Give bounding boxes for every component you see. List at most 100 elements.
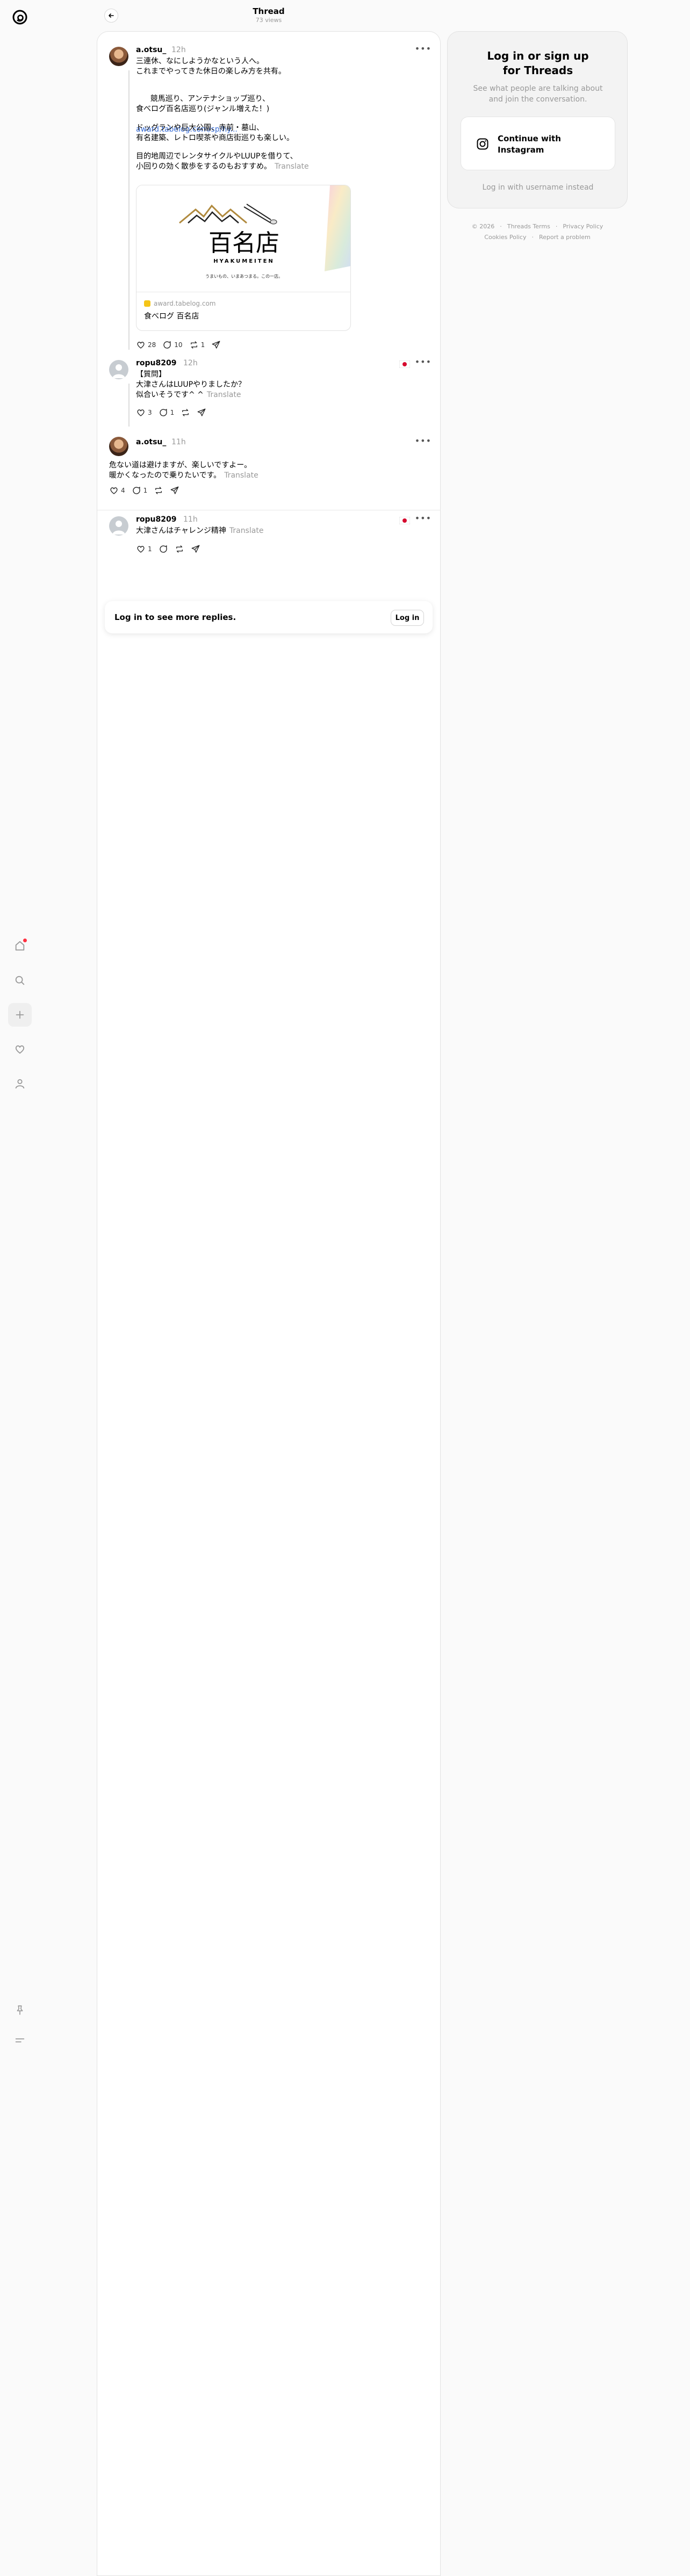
- more-options-icon[interactable]: •••: [415, 436, 432, 446]
- translate-link[interactable]: Translate: [275, 162, 309, 171]
- translate-link[interactable]: Translate: [229, 526, 264, 535]
- avatar[interactable]: [109, 360, 128, 379]
- post-text: 大津さんはチャレンジ精神 Translate: [136, 526, 264, 535]
- reply-button[interactable]: 1: [132, 486, 148, 495]
- comment-icon: [160, 545, 167, 553]
- share-button[interactable]: [170, 486, 179, 495]
- link-preview-card[interactable]: 百名店 HYAKUMEITEN うまいもの、いまあつまる。この一店。 award…: [136, 185, 351, 331]
- japan-flag-icon: [399, 360, 410, 368]
- heart-icon: [110, 487, 118, 494]
- login-to-see-replies: Log in to see more replies. Log in: [105, 601, 433, 633]
- reply-count: 10: [174, 341, 183, 349]
- repost-button[interactable]: [154, 486, 163, 495]
- login-button[interactable]: Log in: [391, 610, 424, 626]
- username-login-link[interactable]: Log in with username instead: [448, 183, 628, 192]
- username[interactable]: ropu8209: [136, 359, 176, 367]
- privacy-link[interactable]: Privacy Policy: [563, 223, 603, 230]
- login-panel: Log in or sign up for Threads See what p…: [447, 31, 628, 208]
- notification-dot: [23, 939, 27, 942]
- thread-connector: [128, 70, 130, 350]
- reply-post: a.otsu_ 11h ••• 危ない道は避けますが、楽しいですよー。 暖かくな…: [97, 435, 441, 510]
- repost-button[interactable]: [181, 408, 190, 417]
- login-prompt-text: Log in to see more replies.: [114, 612, 236, 622]
- page-title: Thread: [253, 6, 285, 16]
- like-button[interactable]: 1: [136, 544, 152, 554]
- heart-icon: [137, 342, 145, 349]
- username[interactable]: a.otsu_: [136, 46, 166, 54]
- translate-link[interactable]: Translate: [224, 471, 258, 480]
- activity-icon[interactable]: [8, 1037, 32, 1061]
- repost-button[interactable]: [175, 544, 184, 554]
- more-options-icon[interactable]: •••: [415, 44, 432, 54]
- share-icon: [212, 341, 220, 349]
- post-actions: 1: [136, 544, 200, 554]
- footer: © 2026 · Threads Terms · Privacy Policy Cook…: [471, 223, 603, 241]
- post-text-3: ドッグランや巨大公園、寺前・墓山、 有名建築、レトロ喫茶や商店街巡りも楽しい。: [136, 124, 294, 142]
- instagram-icon: [477, 138, 488, 150]
- comment-icon: [133, 487, 140, 494]
- post-text-2: 競馬巡り、アンテナショップ巡り、 食べログ百名店巡り(ジャンル増えた！) awa…: [136, 84, 415, 155]
- preview-tagline: うまいもの、いまあつまる。この一店。: [205, 273, 283, 279]
- post-text: 【質問】 大津さんはLUUPやりましたか？ 似合いそうです^ ^ Translat…: [136, 370, 246, 399]
- reply-count: 1: [143, 487, 148, 494]
- avatar[interactable]: [109, 437, 128, 456]
- translate-link[interactable]: Translate: [207, 391, 241, 399]
- left-rail: [0, 0, 41, 2576]
- like-button[interactable]: 4: [109, 486, 125, 495]
- create-icon[interactable]: [8, 1003, 32, 1027]
- like-count: 28: [148, 341, 156, 349]
- like-count: 4: [121, 487, 125, 494]
- share-icon: [197, 408, 206, 416]
- login-panel-title: Log in or sign up for Threads: [487, 49, 589, 77]
- post-time: 12h: [171, 46, 186, 54]
- comment-icon: [163, 341, 171, 349]
- avatar[interactable]: [109, 47, 128, 66]
- pin-icon[interactable]: [8, 1998, 32, 2022]
- share-button[interactable]: [191, 544, 200, 554]
- menu-icon[interactable]: [8, 2029, 32, 2052]
- more-options-icon[interactable]: •••: [415, 357, 432, 367]
- avatar[interactable]: [109, 516, 128, 536]
- login-panel-subtitle: See what people are talking about and jo…: [473, 84, 603, 104]
- japan-flag-icon: [399, 517, 410, 524]
- preview-title: 食べログ 百名店: [144, 312, 199, 321]
- root-post: a.otsu_ 12h ••• 三連休、なにしようかなという人へ。 これまでやっ…: [97, 32, 441, 354]
- reply-button[interactable]: 10: [162, 340, 183, 350]
- favicon-icon: [144, 300, 150, 307]
- search-icon[interactable]: [8, 969, 32, 992]
- like-button[interactable]: 3: [136, 408, 152, 417]
- thread-header: Thread 73 views: [97, 0, 441, 31]
- preview-logo-romaji: HYAKUMEITEN: [213, 258, 275, 264]
- share-icon: [191, 545, 200, 553]
- reply-post: ropu8209 11h ••• 大津さんはチャレンジ精神 Translate 1: [97, 513, 441, 572]
- cookies-link[interactable]: Cookies Policy: [484, 234, 526, 241]
- profile-icon[interactable]: [8, 1072, 32, 1095]
- terms-link[interactable]: Threads Terms: [507, 223, 550, 230]
- username[interactable]: a.otsu_: [136, 438, 166, 446]
- repost-button[interactable]: 1: [189, 340, 205, 350]
- default-avatar-icon: [112, 364, 125, 378]
- threads-logo[interactable]: [10, 8, 30, 27]
- reply-button[interactable]: [159, 544, 168, 554]
- repost-icon: [155, 487, 162, 494]
- post-text-1: 三連休、なにしようかなという人へ。 これまでやってきた休日の楽しみ方を共有。: [136, 57, 286, 76]
- report-link[interactable]: Report a problem: [539, 234, 591, 241]
- post-actions: 28 10 1: [136, 340, 221, 350]
- post-text-4: 目的地周辺でレンタサイクルやLUUPを借りて、 小回りの効く散歩をするのもおすす…: [136, 152, 309, 171]
- share-icon: [170, 486, 179, 494]
- preview-image: 百名店 HYAKUMEITEN うまいもの、いまあつまる。この一店。: [136, 185, 350, 292]
- share-button[interactable]: [197, 408, 206, 417]
- username[interactable]: ropu8209: [136, 515, 176, 524]
- reply-button[interactable]: 1: [159, 408, 174, 417]
- continue-with-instagram-button[interactable]: Continue with Instagram: [461, 117, 615, 170]
- preview-domain: award.tabelog.com: [154, 300, 216, 307]
- preview-logo-title: 百名店: [209, 229, 279, 257]
- copyright: © 2026: [471, 223, 495, 230]
- home-icon[interactable]: [8, 934, 32, 958]
- thread-connector: [128, 384, 130, 427]
- more-options-icon[interactable]: •••: [415, 513, 432, 523]
- like-count: 1: [148, 545, 152, 553]
- post-time: 11h: [183, 515, 198, 524]
- share-button[interactable]: [211, 340, 221, 350]
- like-button[interactable]: 28: [136, 340, 156, 350]
